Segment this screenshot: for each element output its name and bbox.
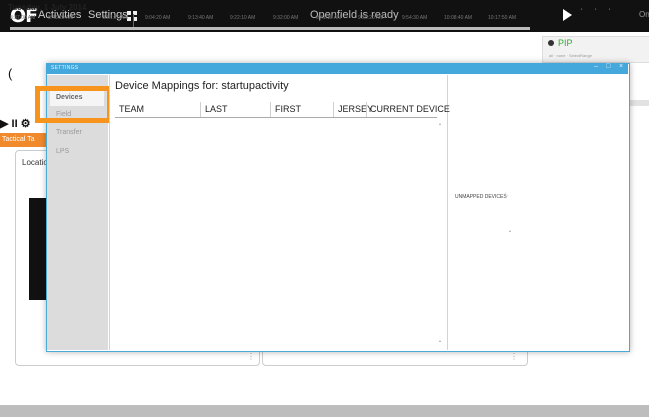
resize-handle-icon[interactable]: ⋮: [247, 352, 255, 361]
field-preview: [29, 198, 47, 300]
column-separator: [270, 102, 271, 118]
column-last[interactable]: LAST: [205, 104, 228, 114]
column-first[interactable]: FIRST: [275, 104, 301, 114]
timeline-tick: 9:54:30 AM: [402, 15, 428, 21]
timeline-tick: 9:22:10 AM: [230, 15, 256, 21]
sidebar-item-lps[interactable]: LPS: [56, 148, 69, 155]
pip-dot-icon: [548, 40, 554, 46]
timeline[interactable]: [0, 32, 538, 66]
timeline-tick: 8:45:20 AM: [48, 15, 74, 21]
pip-title: PIP: [558, 38, 573, 48]
timeline-tick: 9:41:10 AM: [316, 15, 342, 21]
column-jersey[interactable]: JERSEY: [338, 104, 373, 114]
location-tab[interactable]: Locatio: [22, 158, 48, 167]
header-underline: [115, 117, 437, 118]
timeline-date: Tuesday, 1 July 2014: [8, 3, 87, 12]
minimize-button[interactable]: –: [594, 63, 598, 70]
bottom-strip: [0, 405, 649, 417]
marker-icon: ˈ: [580, 7, 583, 17]
column-separator: [333, 102, 334, 118]
marker-icon: ˈ: [608, 7, 611, 17]
pip-subtitle: all · none · SelectRange: [549, 53, 592, 58]
timeline-tick: 9:04:20 AM: [145, 15, 171, 21]
timeline-tick: 8:51:20 AM: [103, 15, 129, 21]
top-right-label: On: [639, 10, 649, 19]
resize-handle-icon[interactable]: ⋮: [510, 352, 518, 361]
marker-icon: ˈ: [594, 7, 597, 17]
column-separator: [200, 102, 201, 118]
timeline-tick: 9:13:40 AM: [188, 15, 214, 21]
tab-tactical[interactable]: Tactical Ta: [0, 133, 48, 147]
play-icon[interactable]: [563, 9, 572, 21]
sidebar-item-transfer[interactable]: Transfer: [56, 129, 82, 136]
scroll-up-icon[interactable]: ▴: [439, 121, 441, 126]
dialog-title: SETTINGS: [51, 65, 79, 71]
grid-icon[interactable]: [127, 11, 137, 21]
scroll-down-icon[interactable]: ▴: [439, 338, 441, 343]
column-separator: [366, 102, 367, 118]
maximize-button[interactable]: □: [606, 63, 610, 70]
timeline-scrollbar[interactable]: [10, 27, 530, 30]
device-mappings-heading: Device Mappings for: startupactivity: [115, 80, 289, 92]
timeline-tick: 10:17:50 AM: [488, 15, 517, 21]
highlight-box: [35, 86, 112, 123]
playback-controls[interactable]: ▶ II ⚙: [0, 117, 31, 130]
timeline-tick: 9:50:20 AM: [358, 15, 384, 21]
dialog-title-bar[interactable]: [46, 63, 628, 74]
close-button[interactable]: ×: [619, 63, 623, 70]
timeline-tick: 9:32:00 AM: [273, 15, 299, 21]
column-team[interactable]: TEAM: [119, 104, 144, 114]
unmapped-scroll-icon[interactable]: ▴: [509, 228, 511, 233]
timeline-tick: 10:08:40 AM: [444, 15, 473, 21]
column-current-device[interactable]: CURRENT DEVICE: [370, 104, 450, 114]
bracket-icon: (: [8, 66, 13, 81]
unmapped-marker: |-: [505, 193, 509, 199]
timeline-tick: 8:37:00 AM: [10, 15, 36, 21]
unmapped-devices-label: UNMAPPED DEVICES: [455, 194, 507, 200]
